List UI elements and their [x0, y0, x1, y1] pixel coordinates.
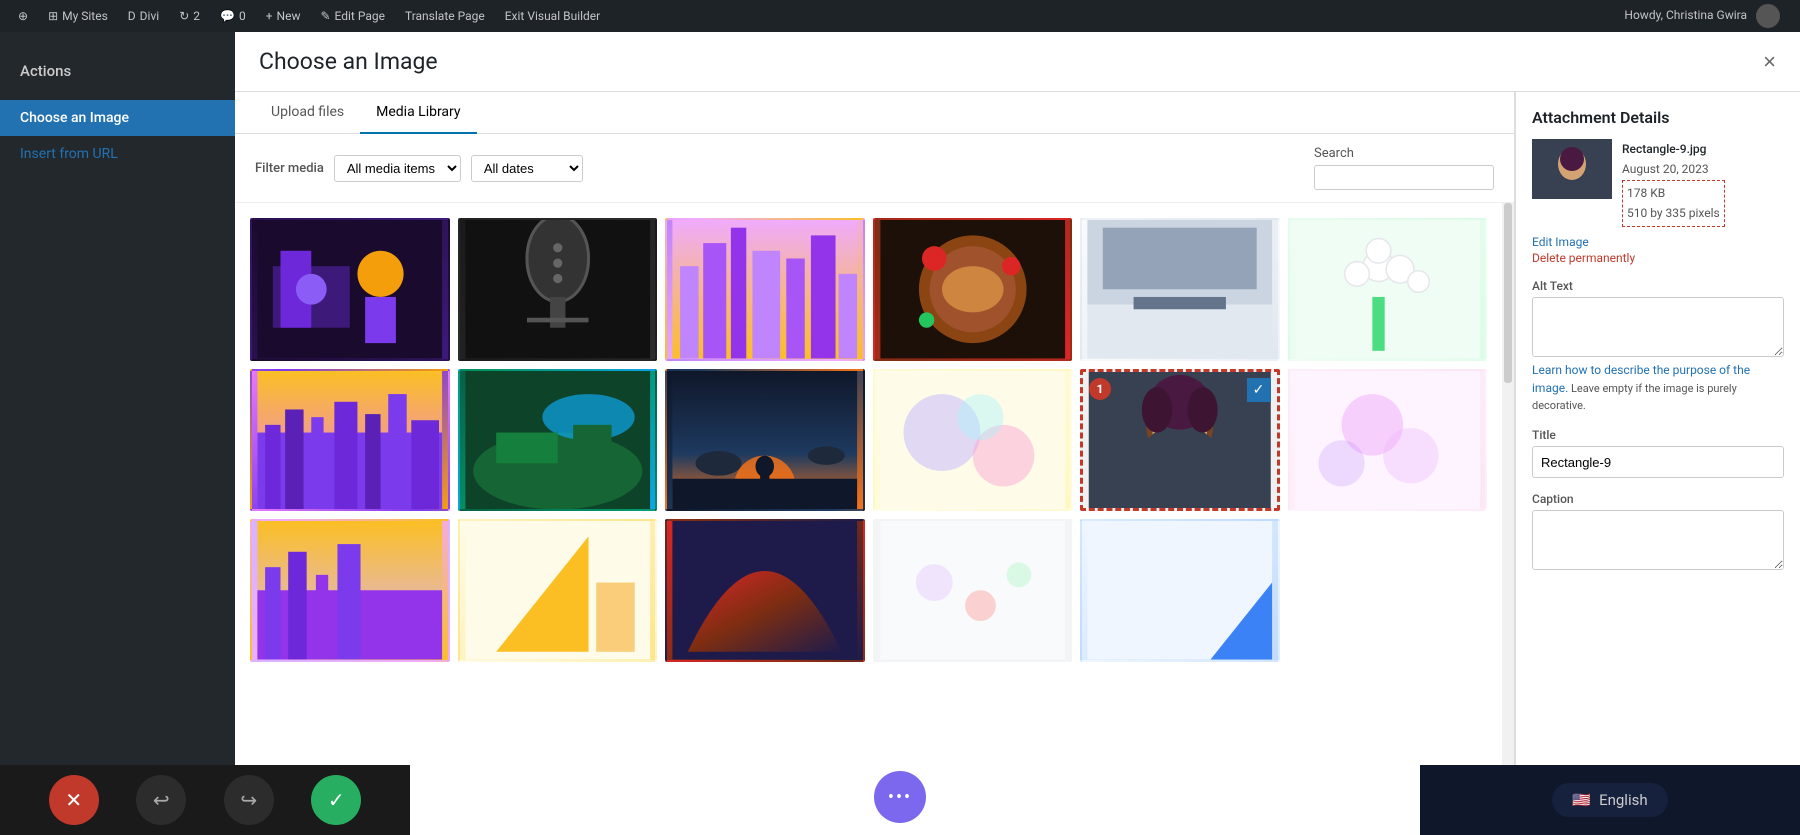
bottom-toolbar: ✕ ↩ ↪ ✓: [0, 765, 410, 835]
attachment-date: August 20, 2023: [1622, 159, 1725, 179]
search-label: Search: [1314, 146, 1494, 161]
attachment-size-box: 178 KB 510 by 335 pixels: [1622, 180, 1725, 227]
media-main: Upload files Media Library Filter media …: [235, 92, 1515, 835]
redo-icon: ↪: [240, 788, 257, 813]
flag-icon: 🇺🇸: [1572, 791, 1591, 809]
attachment-details-panel: Attachment Details Rectangle-9.jpg: [1516, 92, 1800, 586]
media-item[interactable]: [665, 519, 865, 662]
divi-icon: D: [128, 9, 136, 23]
admin-bar-revisions[interactable]: ↻ 2: [171, 0, 208, 32]
close-icon: ✕: [65, 788, 82, 813]
attachment-thumbnail: [1532, 139, 1612, 199]
modal-header: Choose an Image ×: [235, 32, 1800, 92]
media-item[interactable]: [873, 218, 1073, 361]
close-button[interactable]: ✕: [49, 775, 99, 825]
media-item[interactable]: [458, 218, 658, 361]
admin-bar-divi[interactable]: D Divi: [120, 0, 167, 32]
tab-media-library[interactable]: Media Library: [360, 92, 476, 134]
title-input[interactable]: [1532, 446, 1784, 478]
tab-upload-files[interactable]: Upload files: [255, 92, 360, 134]
comments-icon: 💬: [220, 9, 235, 23]
title-label: Title: [1532, 428, 1784, 442]
modal-close-button[interactable]: ×: [1763, 51, 1776, 73]
check-button[interactable]: ✓: [311, 775, 361, 825]
media-item[interactable]: [665, 218, 865, 361]
title-row: Title: [1532, 428, 1784, 478]
media-item[interactable]: [250, 218, 450, 361]
alt-text-description: Learn how to describe the purpose of the…: [1532, 361, 1784, 415]
modal-overlay: Choose an Image × Upload files Media Lib…: [235, 32, 1800, 835]
media-grid-container: 1 ✓: [235, 203, 1502, 835]
check-icon: ✓: [328, 788, 345, 813]
date-select[interactable]: All dates August 2023: [471, 155, 583, 182]
media-type-select[interactable]: All media items Images Audio Video: [334, 155, 461, 182]
language-bar: 🇺🇸 English: [1420, 765, 1800, 835]
actions-label: Actions: [0, 52, 235, 90]
search-container: Search: [1314, 146, 1494, 190]
filter-label: Filter media: [255, 161, 324, 176]
modal-body: Upload files Media Library Filter media …: [235, 92, 1800, 835]
avatar: [1756, 4, 1780, 28]
media-badge: 1: [1089, 378, 1111, 400]
caption-row: Caption: [1532, 492, 1784, 570]
attachment-dimensions: 510 by 335 pixels: [1627, 203, 1720, 223]
delete-image-link[interactable]: Delete permanently: [1532, 251, 1784, 265]
caption-label: Caption: [1532, 492, 1784, 506]
edit-image-link[interactable]: Edit Image: [1532, 235, 1784, 249]
media-item[interactable]: [1080, 519, 1280, 662]
modal-title: Choose an Image: [259, 48, 438, 75]
language-selector[interactable]: 🇺🇸 English: [1552, 783, 1667, 817]
attachment-filename: Rectangle-9.jpg: [1622, 139, 1725, 159]
admin-bar: ⊕ ⊞ My Sites D Divi ↻ 2 💬 0 + New ✎ Edit…: [0, 0, 1800, 32]
media-item[interactable]: [1080, 218, 1280, 361]
media-item[interactable]: [250, 519, 450, 662]
mysites-icon: ⊞: [48, 9, 58, 23]
media-item-selected[interactable]: 1 ✓: [1080, 369, 1280, 512]
edit-icon: ✎: [320, 9, 330, 23]
media-item[interactable]: [1288, 369, 1488, 512]
sidebar-item-choose-image[interactable]: Choose an Image: [0, 100, 235, 136]
alt-text-row: Alt Text Learn how to describe the purpo…: [1532, 279, 1784, 415]
media-item[interactable]: [873, 519, 1073, 662]
attachment-details-title: Attachment Details: [1532, 108, 1784, 127]
media-grid: 1 ✓: [250, 218, 1487, 662]
scroll-track[interactable]: [1502, 203, 1514, 835]
attachment-meta: Rectangle-9.jpg August 20, 2023 178 KB 5…: [1622, 139, 1725, 227]
media-item[interactable]: [1288, 218, 1488, 361]
attachment-size: 178 KB: [1627, 183, 1720, 203]
undo-icon: ↩: [153, 788, 170, 813]
admin-bar-wp[interactable]: ⊕: [10, 0, 36, 32]
media-item[interactable]: [458, 519, 658, 662]
media-item[interactable]: [458, 369, 658, 512]
redo-button[interactable]: ↪: [224, 775, 274, 825]
wp-icon: ⊕: [18, 9, 28, 23]
admin-bar-edit-page[interactable]: ✎ Edit Page: [312, 0, 393, 32]
attachment-preview: Rectangle-9.jpg August 20, 2023 178 KB 5…: [1532, 139, 1784, 227]
revisions-icon: ↻: [179, 9, 189, 23]
admin-bar-translate[interactable]: Translate Page: [397, 0, 493, 32]
modal-choose-image: Choose an Image × Upload files Media Lib…: [235, 32, 1800, 835]
center-options-button[interactable]: •••: [874, 771, 926, 823]
media-check: ✓: [1247, 378, 1271, 402]
media-item[interactable]: [250, 369, 450, 512]
search-input[interactable]: [1314, 165, 1494, 190]
caption-input[interactable]: [1532, 510, 1784, 570]
alt-text-label: Alt Text: [1532, 279, 1573, 293]
admin-bar-mysites[interactable]: ⊞ My Sites: [40, 0, 116, 32]
new-icon: +: [266, 9, 273, 23]
options-icon: •••: [888, 787, 912, 808]
admin-bar-comments[interactable]: 💬 0: [212, 0, 254, 32]
admin-bar-exit-builder[interactable]: Exit Visual Builder: [497, 0, 609, 32]
left-sidebar: Actions Choose an Image Insert from URL: [0, 32, 235, 835]
filter-bar: Filter media All media items Images Audi…: [235, 134, 1514, 203]
media-item[interactable]: [873, 369, 1073, 512]
sidebar-item-insert-url[interactable]: Insert from URL: [0, 136, 235, 172]
admin-bar-greeting: Howdy, Christina Gwira: [1614, 4, 1790, 28]
media-item[interactable]: [665, 369, 865, 512]
alt-text-input[interactable]: [1532, 297, 1784, 357]
admin-bar-new[interactable]: + New: [258, 0, 309, 32]
media-tabs: Upload files Media Library: [235, 92, 1514, 134]
undo-button[interactable]: ↩: [136, 775, 186, 825]
